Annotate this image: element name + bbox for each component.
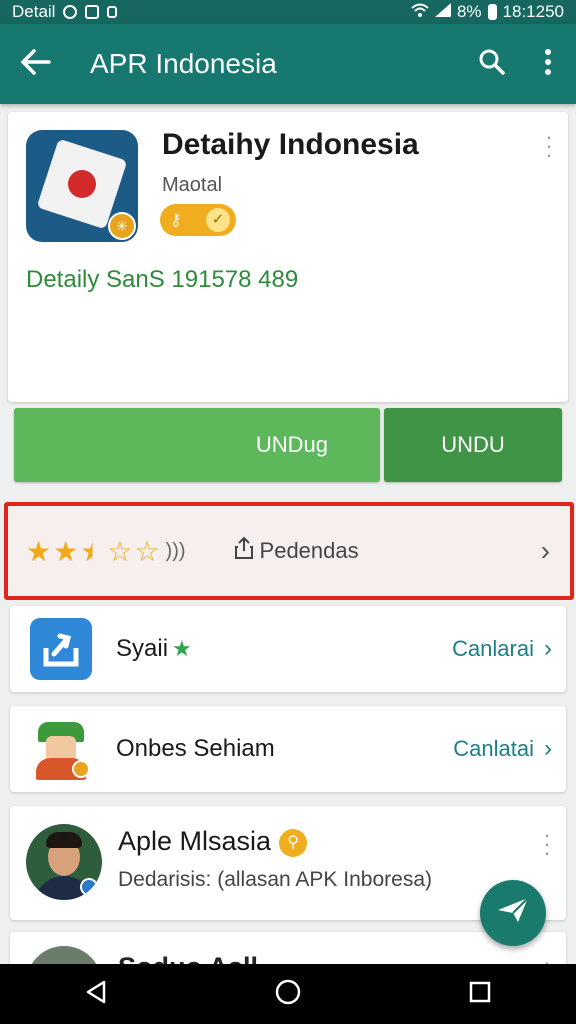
- triangle-back-icon: [84, 980, 108, 1009]
- avatar: [26, 824, 102, 900]
- nav-back-button[interactable]: [66, 964, 126, 1024]
- wifi-icon: [411, 2, 429, 22]
- nav-home-button[interactable]: [258, 964, 318, 1024]
- overflow-menu-button[interactable]: [520, 24, 576, 104]
- app-subtitle: Maotal: [162, 174, 223, 196]
- status-bar: Detail 8% 18:1250: [0, 0, 576, 24]
- square-recents-icon: [468, 980, 492, 1009]
- star-empty-icon: ☆: [134, 535, 160, 567]
- upload-icon: [30, 618, 92, 680]
- arrow-left-icon: [21, 46, 51, 83]
- star-full-icon: ★: [53, 535, 79, 567]
- star-badge-icon: ✳: [108, 212, 136, 240]
- download-alt-button[interactable]: UNDU: [384, 408, 562, 482]
- circle-home-icon: [274, 978, 302, 1011]
- download-button[interactable]: UNDug: [14, 408, 380, 482]
- rating-stars: ★ ★ ★ ☆ ☆: [26, 535, 160, 568]
- app-size-text: Detaily SanS 191578 489: [26, 266, 299, 293]
- back-button[interactable]: [0, 24, 72, 104]
- key-badge-icon: ⚲: [279, 829, 308, 857]
- battery-icon: [487, 4, 497, 20]
- star-empty-icon: ☆: [107, 535, 133, 567]
- rating-label: Pedendas: [259, 538, 359, 563]
- list-item[interactable]: Syaii ★ Canlarai ›: [10, 606, 566, 692]
- verified-icon: [80, 878, 98, 896]
- target-icon: [63, 5, 78, 19]
- more-vert-icon[interactable]: ···: [542, 824, 552, 864]
- chevron-right-icon: ›: [544, 635, 552, 662]
- developer-description: Dedarisis: (allasan APK Inboresa): [118, 868, 432, 891]
- list-item-action-label: Canlatai: [453, 736, 534, 761]
- sound-wave-icon: ))): [165, 539, 186, 562]
- list-item-label: Syaii: [116, 635, 169, 662]
- battery-percent: 8%: [456, 2, 482, 21]
- list-item[interactable]: Onbes Sehiam Canlatai ›: [10, 706, 566, 792]
- notification-icon: [107, 6, 118, 18]
- download-button-row: UNDug UNDU: [14, 408, 562, 482]
- list-item-action[interactable]: Canlarai ›: [452, 635, 552, 663]
- character-icon: [30, 718, 92, 780]
- key-icon: ⚷: [170, 212, 182, 229]
- more-vert-icon[interactable]: ···: [544, 126, 554, 166]
- image-icon: [85, 5, 100, 19]
- search-icon: [478, 48, 506, 81]
- app-detail-card: ✳ Detaihy Indonesia Maotal ⚷ ✓ · · · Detai…: [8, 112, 568, 402]
- list-item-label: Onbes Sehiam: [116, 735, 275, 762]
- share-fab-button[interactable]: [480, 880, 546, 946]
- nav-recents-button[interactable]: [450, 964, 510, 1024]
- signal-icon: [434, 2, 451, 22]
- app-badge-chip: ⚷ ✓: [160, 204, 236, 236]
- app-bar: APR Indonesia: [0, 24, 576, 104]
- chevron-right-icon: ›: [544, 735, 552, 762]
- star-full-icon: ★: [26, 535, 52, 567]
- rating-row[interactable]: ★ ★ ★ ☆ ☆ ))) Pedendas ›: [4, 502, 574, 600]
- star-icon: ★: [172, 636, 192, 661]
- developer-name: Aple Mlsasia ⚲: [118, 826, 308, 857]
- app-name: Detaihy Indonesia: [162, 128, 419, 161]
- more-vert-icon: [544, 48, 552, 80]
- share-icon: [234, 536, 254, 566]
- star-half-icon: ★: [80, 535, 106, 567]
- search-button[interactable]: [464, 24, 520, 104]
- app-bar-title: APR Indonesia: [90, 48, 277, 79]
- check-icon: ✓: [206, 208, 230, 232]
- developer-name-text: Aple Mlsasia: [118, 826, 272, 856]
- status-time: 18:1250: [502, 2, 564, 21]
- list-item-action-label: Canlarai: [452, 636, 534, 661]
- app-icon: ✳: [26, 130, 138, 242]
- status-app-text: Detail: [12, 2, 56, 21]
- chevron-right-icon: ›: [540, 535, 550, 566]
- send-icon: [496, 894, 530, 932]
- list-item-action[interactable]: Canlatai ›: [453, 735, 552, 763]
- system-nav-bar: [0, 964, 576, 1024]
